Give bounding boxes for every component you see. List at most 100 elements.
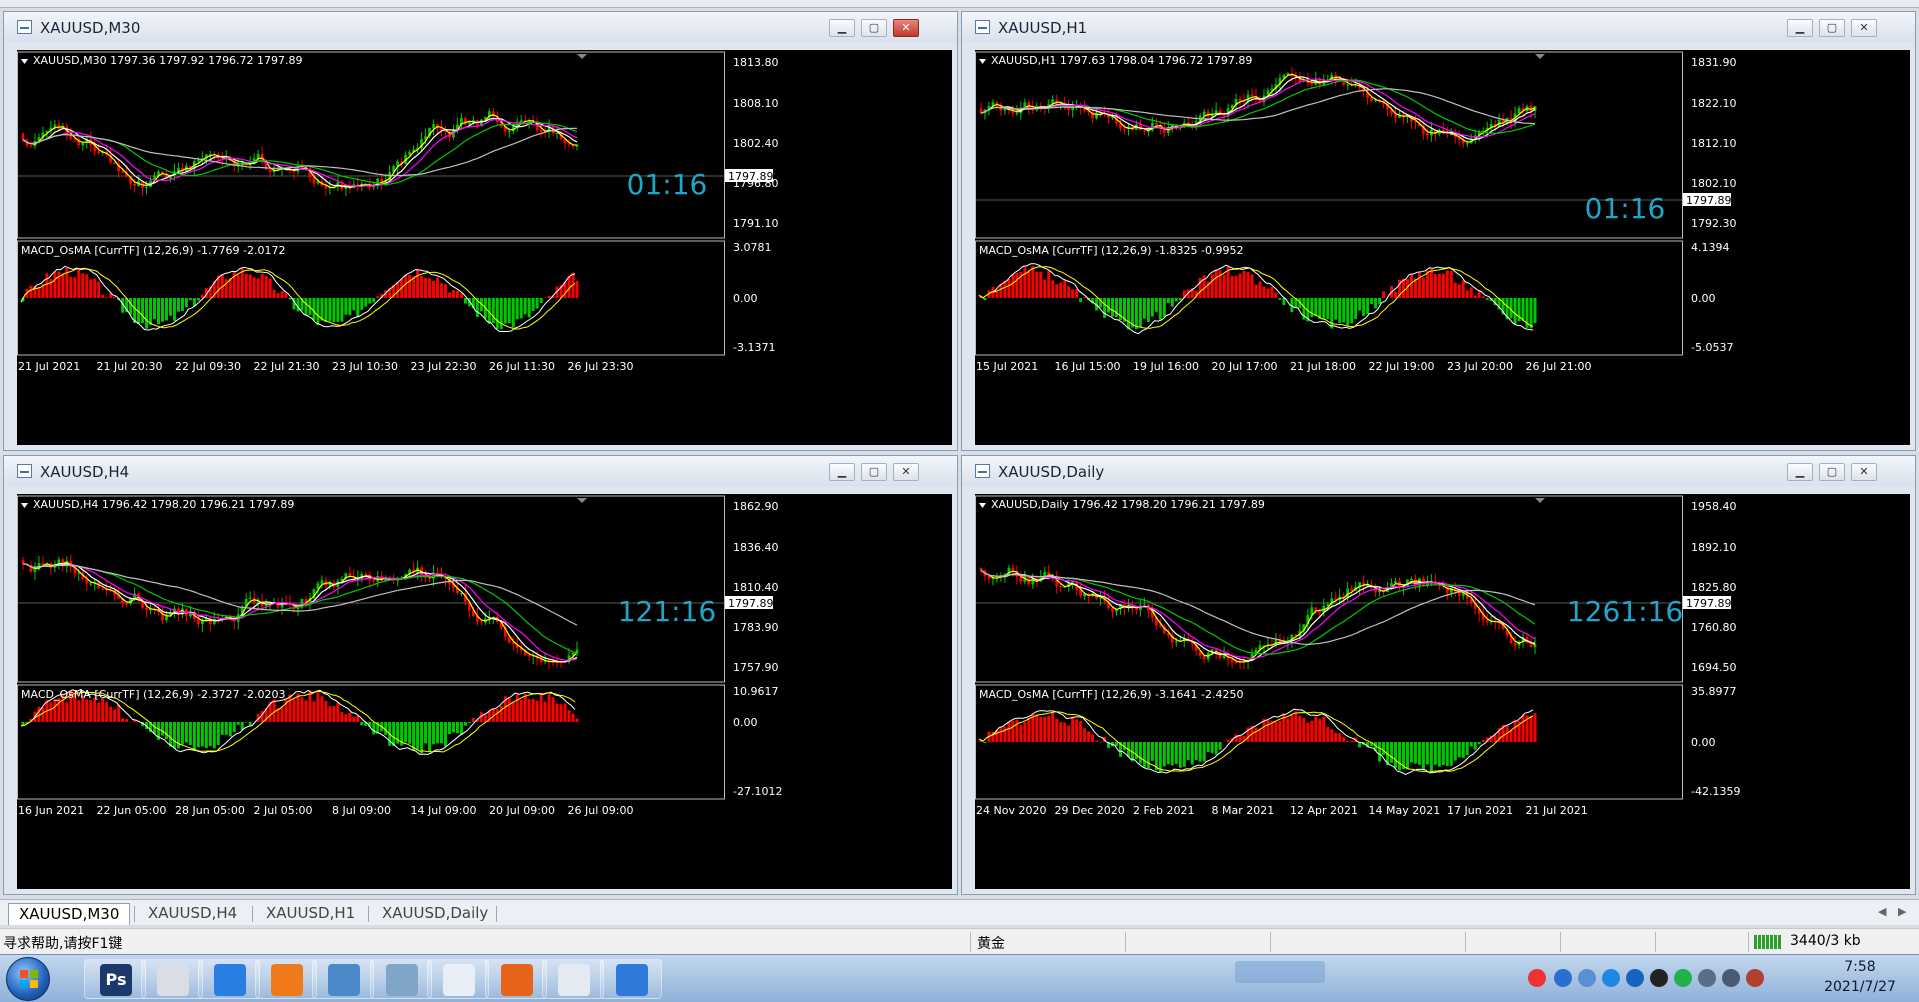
wechat-tray-icon[interactable]: [1674, 969, 1692, 987]
chart-window-h1[interactable]: XAUUSD,H1 ▁ ▢ ✕ XAUUSD,H1 1797.63 1798.0…: [961, 11, 1916, 451]
price-axis-label: 1792.30: [1691, 217, 1737, 230]
taskbar-button-paint[interactable]: [427, 959, 489, 999]
maximize-button[interactable]: ▢: [1819, 19, 1845, 37]
macd-bar: [1262, 286, 1266, 298]
taskbar-button-notebook[interactable]: [370, 959, 432, 999]
chart-window-m30[interactable]: XAUUSD,M30 ▁ ▢ ✕ XAUUSD,M30 1797.36 1797…: [3, 11, 958, 451]
taskbar-button-contacts[interactable]: [312, 959, 374, 999]
macd-bar: [523, 298, 527, 315]
tab-scroll-right-icon[interactable]: ▶: [1898, 905, 1906, 918]
close-button[interactable]: ✕: [893, 463, 919, 481]
window-title-bar[interactable]: XAUUSD,H4 ▁ ▢ ✕: [4, 456, 957, 486]
macd-bar: [1270, 286, 1274, 298]
minimize-button[interactable]: ▁: [1787, 19, 1813, 37]
macd-bar: [983, 298, 987, 301]
qq-icon[interactable]: [1650, 969, 1668, 987]
macd-bar: [571, 713, 575, 722]
minimize-button[interactable]: ▁: [829, 463, 855, 481]
chart-window-h4[interactable]: XAUUSD,H4 ▁ ▢ ✕ XAUUSD,H4 1796.42 1798.2…: [3, 455, 958, 895]
candle-body: [527, 654, 531, 657]
macd-bar: [161, 298, 164, 322]
taskbar-button-browser[interactable]: [255, 959, 317, 999]
minimize-button[interactable]: ▁: [829, 19, 855, 37]
candle-body: [196, 160, 200, 162]
taskbar-clock-date[interactable]: 2021/7/27: [1810, 979, 1910, 995]
macd-bar: [1142, 742, 1146, 768]
volume-icon[interactable]: [1746, 969, 1764, 987]
signal-icon[interactable]: [1722, 969, 1740, 987]
macd-bar: [416, 269, 420, 298]
macd-bar: [543, 701, 547, 722]
current-price-label: 1797.89: [1686, 597, 1732, 610]
tab-scroll-left-icon[interactable]: ◀: [1878, 905, 1886, 918]
taskbar-button-wechat[interactable]: [542, 959, 604, 999]
minimize-button[interactable]: ▁: [1787, 463, 1813, 481]
macd-bar: [1274, 292, 1278, 298]
macd-bar: [109, 706, 113, 722]
security-icon[interactable]: [1602, 969, 1620, 987]
taskbar-button-cloud-app[interactable]: [198, 959, 260, 999]
sogou-input-icon[interactable]: [1528, 969, 1546, 987]
macd-bar: [1071, 716, 1075, 742]
candle-body: [145, 607, 148, 611]
macd-bar: [113, 709, 117, 722]
window-title-bar[interactable]: XAUUSD,H1 ▁ ▢ ✕: [962, 12, 1915, 42]
ohlc-header: XAUUSD,H4 1796.42 1798.20 1796.21 1797.8…: [33, 498, 294, 511]
network-icon[interactable]: [1698, 969, 1716, 987]
time-axis-label: 26 Jul 11:30: [489, 360, 555, 373]
price-chart[interactable]: XAUUSD,M30 1797.36 1797.92 1796.72 1797.…: [17, 50, 952, 445]
macd-bar: [1007, 721, 1011, 742]
macd-bar: [1162, 298, 1166, 317]
maximize-button[interactable]: ▢: [861, 463, 887, 481]
macd-bar: [539, 298, 543, 304]
close-button[interactable]: ✕: [1851, 463, 1877, 481]
macd-bar: [336, 702, 340, 722]
candle-body: [1465, 143, 1469, 145]
help-tray-icon[interactable]: [1554, 969, 1572, 987]
window-title-bar[interactable]: XAUUSD,M30 ▁ ▢ ✕: [4, 12, 957, 42]
tab-xauusd-daily[interactable]: XAUUSD,Daily: [372, 903, 498, 925]
macd-bar: [1063, 722, 1067, 742]
price-chart[interactable]: XAUUSD,H4 1796.42 1798.20 1796.21 1797.8…: [17, 494, 952, 889]
macd-bar: [192, 722, 196, 751]
price-axis-label: 1831.90: [1691, 56, 1737, 69]
candles: [21, 107, 579, 196]
macd-bar: [280, 706, 284, 722]
close-button[interactable]: ✕: [893, 19, 919, 37]
maximize-button[interactable]: ▢: [861, 19, 887, 37]
chart-svg: XAUUSD,H1 1797.63 1798.04 1796.72 1797.8…: [975, 51, 1737, 373]
tab-xauusd-h4[interactable]: XAUUSD,H4: [138, 903, 247, 925]
status-profile: 黄金: [977, 936, 1005, 952]
taskbar-button-figure[interactable]: [141, 959, 203, 999]
taskbar-clock-time[interactable]: 7:58: [1810, 959, 1910, 975]
network-drive-icon[interactable]: [1578, 969, 1596, 987]
connection-bars-icon: [1754, 935, 1784, 949]
chart-window-daily[interactable]: XAUUSD,Daily ▁ ▢ ✕ XAUUSD,Daily 1796.42 …: [961, 455, 1916, 895]
macd-bar: [196, 722, 200, 748]
taskbar-button-stocks-app[interactable]: [485, 959, 547, 999]
start-button[interactable]: [6, 957, 50, 1001]
window-title: XAUUSD,H1: [998, 19, 1088, 37]
maximize-button[interactable]: ▢: [1819, 463, 1845, 481]
main-panel-frame: [17, 495, 725, 683]
close-button[interactable]: ✕: [1851, 19, 1877, 37]
macd-bar: [1350, 298, 1354, 324]
candle-body: [1202, 111, 1206, 116]
macd-bar: [511, 701, 515, 722]
macd-bar: [1039, 717, 1043, 742]
shield-icon[interactable]: [1626, 969, 1644, 987]
macd-bar: [376, 296, 380, 298]
tab-xauusd-h1[interactable]: XAUUSD,H1: [256, 903, 365, 925]
time-axis-label: 8 Jul 09:00: [332, 804, 391, 817]
price-axis-label: 1825.80: [1691, 581, 1737, 594]
taskbar-button-photoshop[interactable]: Ps: [84, 959, 146, 999]
window-title-bar[interactable]: XAUUSD,Daily ▁ ▢ ✕: [962, 456, 1915, 486]
status-divider: [1655, 932, 1656, 952]
macd-bar: [1107, 298, 1111, 313]
collapse-triangle-icon: [979, 59, 986, 64]
taskbar-button-phone[interactable]: [600, 959, 662, 999]
price-chart[interactable]: XAUUSD,H1 1797.63 1798.04 1796.72 1797.8…: [975, 50, 1910, 445]
tab-xauusd-m30[interactable]: XAUUSD,M30: [8, 903, 131, 925]
price-chart[interactable]: XAUUSD,Daily 1796.42 1798.20 1796.21 179…: [975, 494, 1910, 889]
macd-axis-label: -3.1371: [733, 341, 775, 354]
